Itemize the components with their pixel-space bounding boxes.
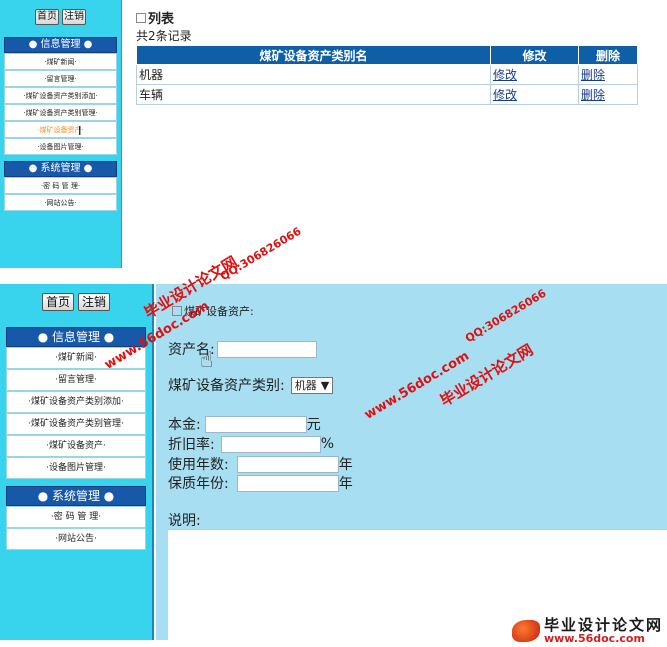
column-header-name: 煤矿设备资产类别名 [136,45,491,65]
home-button[interactable]: 首页 [35,9,59,25]
sidebar-item-notice[interactable]: ·网站公告· [6,528,146,550]
sidebar-item-category-add[interactable]: ·煤矿设备资产类别添加· [4,87,117,104]
asset-name-row: 资产名: [168,339,317,359]
warranty-row: 保质年份: 年 [168,473,353,493]
edit-cell: 修改 [490,64,579,85]
delete-link[interactable]: 删除 [581,88,605,102]
asset-name-input[interactable] [216,340,317,358]
category-selected-value: 机器 [294,379,317,392]
edit-link[interactable]: 修改 [493,88,517,102]
column-header-delete: 删除 [578,45,638,65]
sidebar-item-password[interactable]: ·密 码 管 理· [4,177,117,194]
top-buttons: 首页 注销 [0,293,152,311]
logout-button[interactable]: 注销 [62,9,86,25]
system-management-header[interactable]: ● 系统管理 ● [6,486,146,506]
text-cursor-icon: I [78,124,82,138]
menu-gap [6,479,146,486]
description-row: 说明: [168,510,201,530]
sidebar-top: 首页 注销 ● 信息管理 ● ·煤矿新闻· ·留言管理· ·煤矿设备资产类别添加… [0,0,122,268]
sidebar-item-assets[interactable]: ·煤矿设备资产· [6,435,146,457]
info-management-header[interactable]: ● 信息管理 ● [4,37,117,53]
sidebar-item-images[interactable]: ·设备图片管理· [4,138,117,155]
sidebar-item-notice[interactable]: ·网站公告· [4,194,117,211]
sidebar-item-news[interactable]: ·煤矿新闻· [4,53,117,70]
sidebar-item-messages[interactable]: ·留言管理· [6,369,146,391]
checkbox-icon [136,12,146,23]
sidebar-item-messages[interactable]: ·留言管理· [4,70,117,87]
principal-input[interactable] [204,415,307,433]
sidebar-item-assets[interactable]: ·煤矿设备资产· [4,121,117,138]
sidebar-item-category-manage[interactable]: ·煤矿设备资产类别管理· [4,104,117,121]
table-row: 车辆 修改 删除 [136,84,638,105]
logout-button[interactable]: 注销 [78,293,110,311]
principal-unit: 元 [306,417,321,433]
depreciation-input[interactable] [220,435,321,453]
sidebar-item-password[interactable]: ·密 码 管 理· [6,506,146,528]
depreciation-label: 折旧率: [168,437,215,453]
sidebar-item-category-manage[interactable]: ·煤矿设备资产类别管理· [6,413,146,435]
sidebar-item-images[interactable]: ·设备图片管理· [6,457,146,479]
category-select[interactable]: 机器 ▼ [290,376,334,394]
footer-logo: 毕业设计论文网 www.56doc.com [511,615,663,646]
category-name-cell: 机器 [136,64,491,85]
list-title-text: 列表 [148,12,175,27]
asset-form: 煤矿设备资产: 资产名: 煤矿设备资产类别: 机器 ▼ 本金: 元 折旧率: %… [156,284,667,640]
home-button[interactable]: 首页 [42,293,74,311]
edit-cell: 修改 [490,84,579,105]
delete-cell: 删除 [578,64,638,85]
table-header-row: 煤矿设备资产类别名 修改 删除 [136,45,638,65]
system-management-header[interactable]: ● 系统管理 ● [4,161,117,177]
years-label: 使用年数: [168,457,229,473]
principal-label: 本金: [168,417,201,433]
years-row: 使用年数: 年 [168,454,353,474]
footer-url: www.56doc.com [543,632,645,646]
footer-logo-text: 毕业设计论文网 www.56doc.com [543,615,663,646]
column-header-edit: 修改 [490,45,579,65]
category-label: 煤矿设备资产类别: [168,378,285,394]
edit-link[interactable]: 修改 [493,68,517,82]
sidebar-menu: ● 信息管理 ● ·煤矿新闻· ·留言管理· ·煤矿设备资产类别添加· ·煤矿设… [4,37,117,211]
info-management-header[interactable]: ● 信息管理 ● [6,327,146,347]
warranty-input[interactable] [236,474,339,492]
warranty-label: 保质年份: [168,476,229,492]
principal-row: 本金: 元 [168,414,321,434]
footer-site-name: 毕业设计论文网 [543,615,663,634]
category-table: 煤矿设备资产类别名 修改 删除 机器 修改 删除 车辆 修改 删除 [136,45,638,105]
warranty-unit: 年 [338,476,353,492]
description-label: 说明: [168,513,201,529]
depreciation-unit: % [320,436,335,452]
delete-cell: 删除 [578,84,638,105]
category-list: 列表 共2条记录 煤矿设备资产类别名 修改 删除 机器 修改 删除 车辆 修改 … [136,0,667,268]
delete-link[interactable]: 删除 [581,68,605,82]
years-unit: 年 [338,457,353,473]
list-title: 列表 [136,8,174,27]
record-count: 共2条记录 [136,29,192,43]
sidebar-item-category-add[interactable]: ·煤矿设备资产类别添加· [6,391,146,413]
hand-cursor-icon: ☝ [200,348,214,373]
logo-icon [511,620,540,643]
category-name-cell: 车辆 [136,84,491,105]
years-input[interactable] [236,455,339,473]
dropdown-arrow-icon: ▼ [320,378,330,392]
sidebar-bottom: 首页 注销 ● 信息管理 ● ·煤矿新闻· ·留言管理· ·煤矿设备资产类别添加… [0,284,154,640]
top-buttons: 首页 注销 [0,9,121,25]
depreciation-row: 折旧率: % [168,434,334,454]
table-row: 机器 修改 删除 [136,64,638,85]
category-row: 煤矿设备资产类别: 机器 ▼ [168,375,334,395]
